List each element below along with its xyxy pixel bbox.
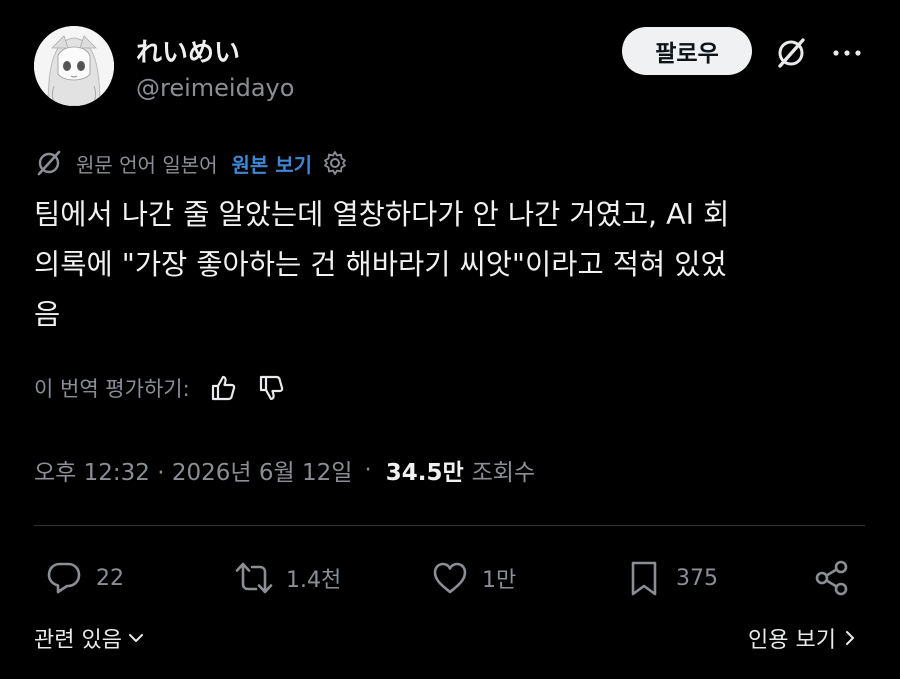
bookmark-count: 375 (676, 565, 718, 591)
show-original-link[interactable]: 원본 보기 (232, 149, 313, 178)
avatar[interactable] (34, 26, 114, 106)
repost-icon (235, 562, 273, 594)
thumbs-up-icon[interactable] (208, 373, 238, 403)
post-timestamp[interactable]: 오후 12:32 · 2026년 6월 12일 (34, 453, 352, 487)
avatar-image (34, 26, 114, 106)
grok-icon[interactable] (774, 36, 808, 70)
related-label: 관련 있음 (34, 628, 122, 653)
share-button[interactable] (812, 554, 852, 602)
action-bar: 22 1.4천 1만 375 (44, 554, 864, 602)
reply-count: 22 (96, 565, 124, 591)
repost-count: 1.4천 (286, 568, 342, 593)
translation-bar: 원문 언어 일본어 원본 보기 (34, 146, 348, 180)
bookmark-button[interactable]: 375 (624, 554, 718, 602)
rate-translation: 이 번역 평가하기: (34, 368, 286, 408)
translate-icon (37, 150, 61, 176)
rate-translation-label: 이 번역 평가하기: (34, 377, 190, 401)
author-handle[interactable]: @reimeidayo (136, 74, 294, 102)
view-quotes-label: 인용 보기 (748, 628, 836, 653)
more-icon[interactable] (830, 36, 864, 70)
post-text: 팀에서 나간 줄 알았는데 열창하다가 안 나간 거였고, AI 회 의록에 "… (34, 190, 864, 340)
post-meta: 오후 12:32 · 2026년 6월 12일 · 34.5만 조회수 (34, 450, 535, 490)
related-toggle[interactable]: 관련 있음 (34, 622, 146, 654)
like-count: 1만 (482, 568, 517, 593)
heart-icon (433, 562, 467, 594)
divider (34, 525, 865, 526)
author-name[interactable]: れいめい (136, 32, 240, 69)
repost-button[interactable]: 1.4천 (234, 554, 341, 602)
share-icon (815, 560, 848, 596)
post-text-line: 의록에 "가장 좋아하는 건 해바라기 씨앗"이라고 적혀 있었 (34, 248, 727, 281)
gear-icon[interactable] (322, 150, 348, 176)
views-label: 조회수 (471, 460, 536, 486)
post-text-line: 팀에서 나간 줄 알았는데 열창하다가 안 나간 거였고, AI 회 (34, 198, 730, 231)
bookmark-icon (631, 561, 657, 596)
reply-button[interactable]: 22 (44, 554, 124, 602)
post-text-line: 음 (34, 298, 61, 331)
chevron-down-icon (128, 634, 143, 642)
chevron-right-icon (846, 631, 854, 645)
thumbs-down-icon[interactable] (256, 373, 286, 403)
reply-icon (47, 562, 81, 594)
post-header: れいめい @reimeidayo 팔로우 (34, 26, 864, 112)
meta-separator: · (364, 457, 372, 483)
view-quotes-link[interactable]: 인용 보기 (748, 622, 860, 654)
follow-button[interactable]: 팔로우 (622, 27, 752, 75)
like-button[interactable]: 1만 (430, 554, 516, 602)
original-language-label: 원문 언어 일본어 (76, 152, 218, 177)
views-count: 34.5만 (385, 460, 464, 486)
